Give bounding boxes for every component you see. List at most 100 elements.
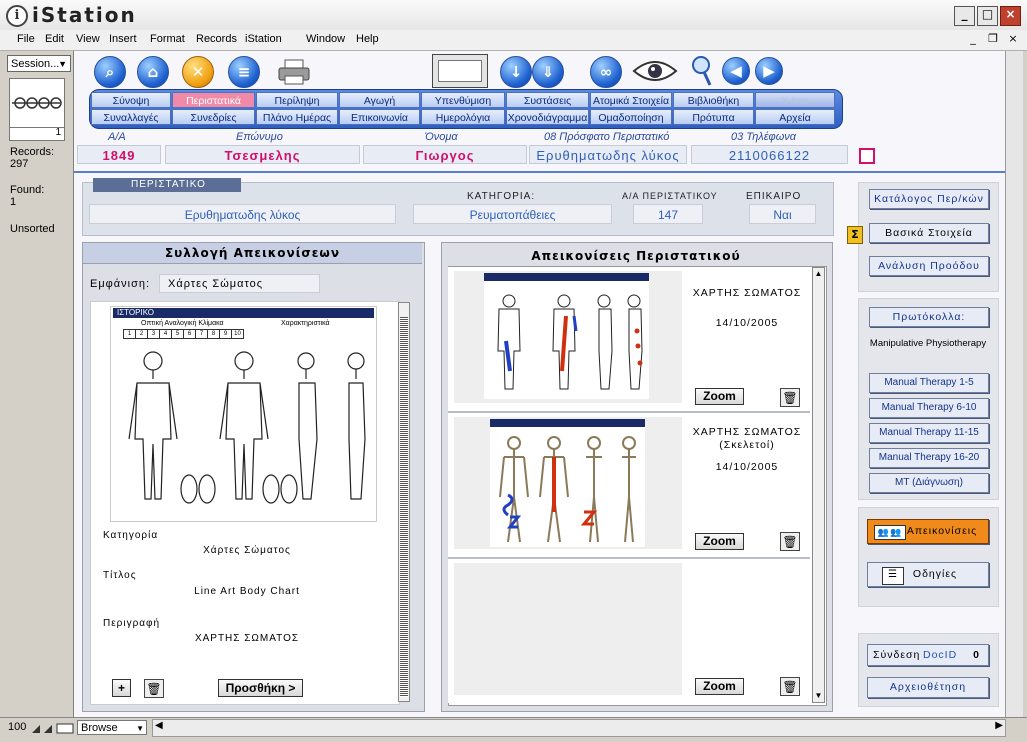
recent-case-field[interactable]: Ερυθηματωδης λύκος [529, 145, 687, 164]
skeleton-chart-thumbnail[interactable] [454, 417, 682, 549]
mdi-restore-button[interactable]: ❐ [986, 32, 1000, 46]
trash-icon[interactable]: 🗑 [144, 679, 164, 698]
previous-icon[interactable]: ◀ [722, 57, 750, 85]
list-icon[interactable]: ≡ [228, 56, 260, 88]
menu-help[interactable]: Help [356, 33, 379, 45]
basic-info-button[interactable]: Βασικά Στοιχεία [869, 223, 989, 243]
magnifier-icon[interactable] [690, 55, 714, 87]
menu-format[interactable]: Format [150, 33, 185, 45]
mdi-minimize-button[interactable]: _ [966, 32, 980, 46]
flag-checkbox[interactable] [859, 148, 875, 164]
archive-button[interactable]: Αρχειοθέτηση [867, 677, 989, 698]
tab-item[interactable]: Συνεδρίες [172, 109, 255, 125]
case-current-field[interactable]: Ναι [749, 204, 816, 224]
link-icon[interactable]: ∞ [590, 56, 622, 88]
images-button[interactable]: 👥👥 Απεικονίσεις [867, 519, 989, 544]
tab-item[interactable]: Πρότυπα [673, 109, 754, 125]
menu-view[interactable]: View [76, 33, 100, 45]
scroll-down-icon[interactable]: ▼ [813, 690, 824, 702]
image-row[interactable]: ΧΑΡΤΗΣ ΣΩΜΑΤΟΣ 14/10/2005 Zoom 🗑 [448, 267, 810, 413]
book-icon[interactable] [9, 78, 65, 128]
surname-field[interactable]: Τσεσμελης [165, 145, 360, 164]
zoom-button[interactable]: Zoom [695, 533, 744, 550]
image-row[interactable]: ΧΑΡΤΗΣ ΣΩΜΑΤΟΣ (Σκελετοί) 14/10/2005 Zoo… [448, 413, 810, 559]
menu-edit[interactable]: Edit [45, 33, 64, 45]
scroll-right-icon[interactable]: ▶ [995, 720, 1003, 731]
case-title-field[interactable]: Ερυθηματωδης λύκος [89, 204, 396, 224]
tab-item[interactable]: Σύνοψη [91, 92, 171, 108]
case-number-field[interactable]: 147 [633, 204, 703, 224]
tools-icon[interactable]: ✕ [182, 56, 214, 88]
tab-item[interactable]: Πλάνο Ημέρας [256, 109, 338, 125]
tab-item[interactable]: Συναλλαγές [91, 109, 171, 125]
trash-icon[interactable]: 🗑 [780, 677, 800, 696]
progress-analysis-button[interactable]: Ανάλυση Προόδου [869, 256, 989, 276]
tab-item[interactable]: Αγωγή [339, 92, 420, 108]
menu-file[interactable]: File [17, 33, 35, 45]
tab-item[interactable]: Ατομικά Στοιχεία [590, 92, 672, 108]
tab-item[interactable]: Επικοινωνία [339, 109, 420, 125]
menu-insert[interactable]: Insert [109, 33, 137, 45]
next-icon[interactable]: ▶ [755, 57, 783, 85]
close-button[interactable]: × [1000, 6, 1021, 26]
mode-select[interactable]: Browse ▼ [77, 720, 147, 735]
zoom-controls-icon[interactable] [31, 722, 75, 734]
session-dropdown[interactable]: Session... ▼ [7, 55, 71, 72]
link-docid-button[interactable]: Σύνδεση DocID 0 [867, 644, 989, 666]
tab-item[interactable]: Ημερολόγια [421, 109, 505, 125]
tab-item[interactable]: Υπενθύμιση [421, 92, 505, 108]
tab-item[interactable]: Περιστατικά [172, 92, 255, 108]
image-row[interactable]: Zoom 🗑 [448, 559, 810, 703]
maximize-button[interactable]: □ [977, 6, 998, 26]
mdi-close-button[interactable]: × [1006, 32, 1020, 46]
instructions-button[interactable]: ☰ Οδηγίες [867, 562, 989, 587]
body-chart-preview[interactable]: ΙΣΤΟΡΙΚΟ Οπτική Αναλογική Κλίμακα Χαρακτ… [110, 306, 377, 522]
eye-icon[interactable] [632, 57, 678, 85]
tab-item[interactable]: X-tras [755, 92, 835, 108]
protocol-button[interactable]: Manual Therapy 11-15 [869, 423, 989, 443]
scroll-up-icon[interactable]: ▲ [813, 268, 824, 280]
home-icon[interactable]: ⌂ [137, 56, 169, 88]
zoom-level[interactable]: 100 [8, 721, 26, 733]
zoom-button[interactable]: Zoom [695, 388, 744, 405]
images-scrollbar[interactable]: ▲ ▼ [812, 267, 825, 703]
minimize-button[interactable]: _ [954, 6, 975, 26]
protocols-button[interactable]: Πρωτόκολλα: [869, 307, 989, 327]
name-field[interactable]: Γιωργος [363, 145, 527, 164]
record-slider[interactable]: 1 [9, 127, 65, 141]
tab-item[interactable]: Περίληψη [256, 92, 338, 108]
arrow-down-icon[interactable]: ↓ [500, 56, 532, 88]
protocol-button[interactable]: Manual Therapy 6-10 [869, 398, 989, 418]
menu-records[interactable]: Records [196, 33, 237, 45]
tab-item[interactable]: Ομαδοποίηση [590, 109, 672, 125]
tab-item[interactable]: Βιβλιοθήκη [673, 92, 754, 108]
empty-thumbnail[interactable] [454, 563, 682, 695]
tab-item[interactable]: Συστάσεις [506, 92, 589, 108]
menu-istation[interactable]: iStation [245, 33, 282, 45]
sigma-icon[interactable]: Σ [847, 226, 863, 244]
tab-item[interactable]: Χρονοδιάγραμμα [506, 109, 589, 125]
scroll-left-icon[interactable]: ◀ [155, 720, 163, 731]
trash-icon[interactable]: 🗑 [780, 388, 800, 407]
layout-button[interactable] [432, 54, 488, 88]
printer-icon[interactable] [277, 58, 311, 86]
search-icon[interactable]: ⌕ [94, 56, 126, 88]
add-to-case-button[interactable]: Προσθήκη > [218, 679, 303, 697]
view-select[interactable]: Χάρτες Σώματος [159, 274, 320, 293]
phone-field[interactable]: 2110066122 [691, 145, 848, 164]
tab-item[interactable]: Αρχεία [755, 109, 835, 125]
body-chart-thumbnail[interactable] [454, 271, 682, 403]
protocol-button[interactable]: Manual Therapy 1-5 [869, 373, 989, 393]
arrow-down-all-icon[interactable]: ⇓ [532, 56, 564, 88]
horizontal-scrollbar[interactable]: ◀ ▶ [152, 719, 1006, 737]
case-list-button[interactable]: Κατάλογος Περ/κών [869, 189, 989, 209]
case-category-field[interactable]: Ρευματοπάθειες [413, 204, 612, 224]
protocol-button[interactable]: MT (Διάγνωση) [869, 473, 989, 493]
patient-id-field[interactable]: 1849 [77, 145, 161, 164]
add-item-button[interactable]: + [112, 679, 131, 697]
main-vertical-scrollbar[interactable] [1005, 51, 1023, 717]
collection-scrollbar[interactable] [398, 302, 410, 702]
zoom-button[interactable]: Zoom [695, 678, 744, 695]
protocol-button[interactable]: Manual Therapy 16-20 [869, 448, 989, 468]
trash-icon[interactable]: 🗑 [780, 532, 800, 551]
